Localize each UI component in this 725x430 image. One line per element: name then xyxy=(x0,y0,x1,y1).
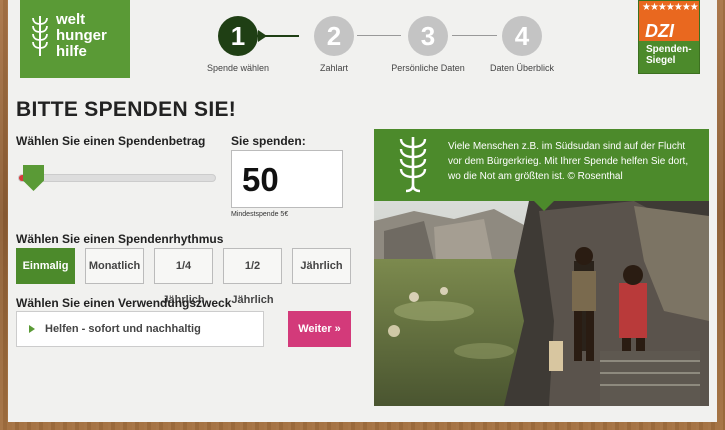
triangle-right-icon xyxy=(29,325,35,333)
continue-button[interactable]: Weiter » xyxy=(288,311,351,347)
step-1: 1 Spende wählen xyxy=(198,16,278,73)
step-2-label: Zahlart xyxy=(319,63,348,73)
step-2-number: 2 xyxy=(314,16,354,56)
photo-illustration xyxy=(374,201,709,406)
dzi-subtitle: Spenden- Siegel xyxy=(639,41,699,66)
min-donation-note: Mindestspende 5€ xyxy=(231,211,289,218)
page-title: BITTE SPENDEN SIE! xyxy=(16,98,237,121)
stars-icon: ★★★★★★★ xyxy=(642,2,699,13)
purpose-value: Helfen - sofort und nachhaltig xyxy=(45,323,201,335)
dzi-title: DZI xyxy=(645,21,674,41)
step-4: 4 Daten Überblick xyxy=(482,16,562,73)
dzi-subtitle-line-2: Siegel xyxy=(646,55,676,66)
amount-input[interactable]: 50 xyxy=(231,150,343,208)
image-caption: Viele Menschen z.B. im Südsudan sind auf… xyxy=(374,129,709,211)
rhythm-label: Wählen Sie einen Spendenrhythmus xyxy=(16,232,224,246)
brand-name: welt hunger hilfe xyxy=(56,12,107,60)
rhythm-quarterly-button[interactable]: 1/4 Jährlich xyxy=(154,248,213,306)
dzi-subtitle-line-1: Spenden- xyxy=(646,44,692,55)
refugee-camp-photo xyxy=(374,201,709,406)
purpose-label: Wählen Sie einen Verwendungszweck xyxy=(16,296,232,310)
brand-line-1: welt xyxy=(56,11,86,28)
amount-slider-label: Wählen Sie einen Spendenbetrag xyxy=(16,134,206,148)
dzi-seal-top: ★★★★★★★ DZI xyxy=(639,1,699,41)
rhythm-monthly-button[interactable]: Monatlich xyxy=(85,248,144,284)
step-2: 2 Zahlart xyxy=(294,16,374,73)
step-3-label: Persönliche Daten xyxy=(391,63,465,73)
wheat-icon xyxy=(399,137,427,193)
amount-box-label: Sie spenden: xyxy=(231,134,306,148)
purpose-select[interactable]: Helfen - sofort und nachhaltig xyxy=(16,311,264,347)
amount-slider[interactable] xyxy=(18,174,216,182)
rhythm-halfyearly-button[interactable]: 1/2 Jährlich xyxy=(223,248,282,306)
rhythm-yearly-button[interactable]: Jährlich xyxy=(292,248,351,284)
rhythm-once-button[interactable]: Einmalig xyxy=(16,248,75,284)
progress-steps: 1 Spende wählen 2 Zahlart 3 Persönliche … xyxy=(190,16,560,76)
step-4-number: 4 xyxy=(502,16,542,56)
step-1-number: 1 xyxy=(218,16,267,56)
step-4-label: Daten Überblick xyxy=(489,63,555,73)
welthungerhilfe-logo[interactable]: welt hunger hilfe xyxy=(20,0,130,78)
brand-line-2: hunger xyxy=(56,27,107,44)
dzi-seal[interactable]: ★★★★★★★ DZI Spenden- Siegel xyxy=(638,0,700,74)
step-3-number: 3 xyxy=(408,16,448,56)
caption-text: Viele Menschen z.B. im Südsudan sind auf… xyxy=(448,141,689,182)
step-1-label: Spende wählen xyxy=(206,63,270,73)
brand-line-3: hilfe xyxy=(56,43,87,60)
step-3: 3 Persönliche Daten xyxy=(388,16,468,73)
wheat-icon xyxy=(32,16,48,56)
caption-pointer xyxy=(534,201,554,211)
info-card: Viele Menschen z.B. im Südsudan sind auf… xyxy=(374,129,709,406)
